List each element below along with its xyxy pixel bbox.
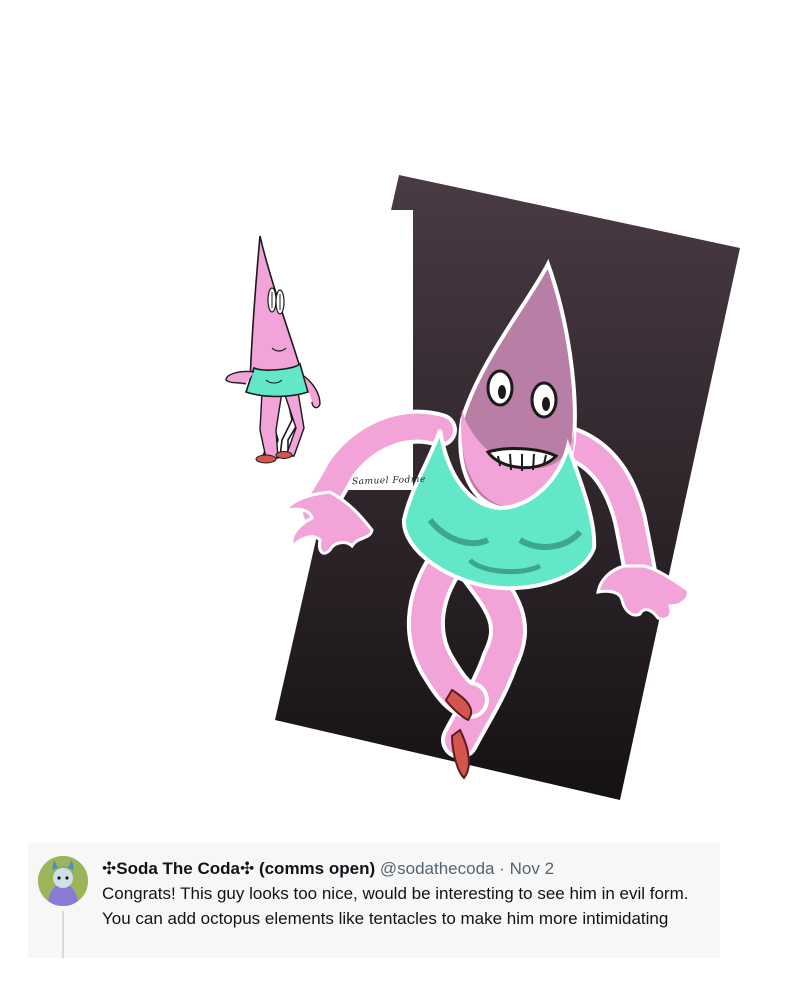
avatar-image [38, 856, 88, 906]
tweet-body: ✣Soda The Coda✣ (comms open) @sodathecod… [102, 858, 714, 931]
separator-dot: · [499, 859, 505, 878]
user-display-name[interactable]: ✣Soda The Coda✣ (comms open) [102, 859, 375, 878]
fan-art-image[interactable] [0, 0, 800, 830]
tweet-text: Congrats! This guy looks too nice, would… [102, 884, 689, 928]
avatar[interactable] [38, 856, 88, 906]
user-handle[interactable]: @sodathecoda [380, 859, 495, 878]
screenshot-canvas: Samuel Fodme ✣Soda The Coda✣ (comms open… [0, 0, 800, 1000]
thread-connector-line [62, 911, 64, 958]
reply-tweet[interactable]: ✣Soda The Coda✣ (comms open) @sodathecod… [28, 843, 720, 958]
tweet-date[interactable]: Nov 2 [510, 859, 554, 878]
tweet-header: ✣Soda The Coda✣ (comms open) @sodathecod… [102, 858, 714, 880]
